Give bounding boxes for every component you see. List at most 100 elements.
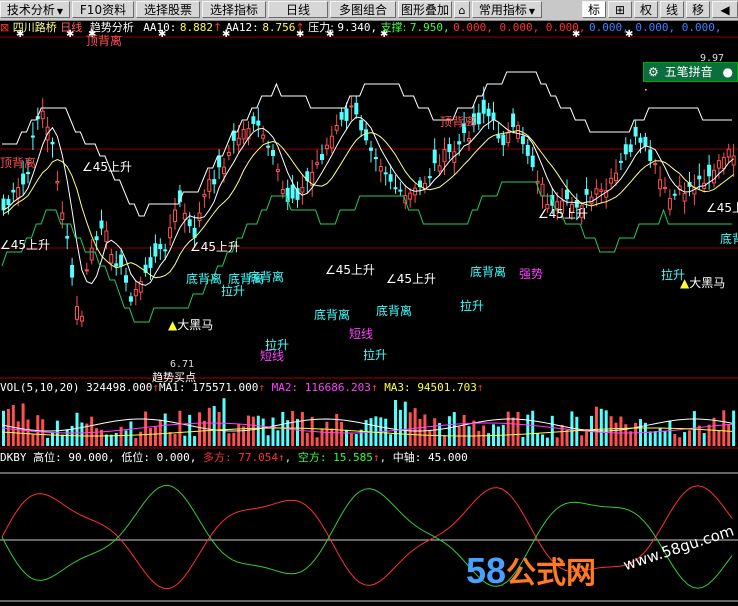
top-divergence-label: 顶背离: [0, 156, 37, 170]
ime-mode[interactable]: 五笔拼音: [665, 65, 713, 79]
volume-bar: [521, 437, 525, 446]
volume-bar: [276, 430, 280, 446]
candle-body: [114, 263, 119, 267]
volume-bar: [51, 432, 54, 446]
volume-bar: [75, 412, 79, 446]
period-button[interactable]: 日线: [268, 1, 328, 18]
toolbar: 技术分析 ▼ F10资料 选择股票 选择指标 日线 多图组合 图形叠加 ⌂ 常用指…: [0, 0, 738, 21]
candle-body: [432, 149, 437, 164]
volume-bar: [330, 428, 334, 446]
top-divergence-label: 顶背离: [86, 34, 123, 48]
period-label: 日线: [285, 3, 310, 17]
candle-body: [609, 177, 614, 184]
minimize-button[interactable]: ◀: [712, 1, 738, 18]
volume-bar: [673, 434, 677, 446]
kdj-mid-label: 中轴:: [392, 451, 422, 464]
candle-body: [672, 193, 677, 196]
candle-body: [173, 209, 177, 223]
bottom-divergence-label: 底背离: [470, 265, 507, 279]
ime-dot-icon[interactable]: ●: [722, 65, 732, 79]
volume-bar: [6, 409, 10, 446]
volume-bar: [325, 421, 329, 446]
multi-chart-button[interactable]: 多图组合: [330, 1, 396, 18]
candle-body: [271, 150, 275, 157]
rights-button[interactable]: 权: [634, 1, 658, 18]
tech-analysis-menu[interactable]: 技术分析 ▼: [0, 1, 70, 18]
horse-text: 大黑马: [689, 276, 726, 290]
candle-body: [280, 189, 285, 195]
line-label: 线: [665, 3, 678, 17]
volume-bar: [95, 428, 99, 446]
volume-bar: [722, 410, 726, 446]
volume-bar: [354, 434, 358, 446]
watermark-number: 58: [466, 550, 507, 591]
volume-bar: [320, 428, 324, 446]
warning-icon: ⊠: [0, 21, 10, 34]
candle-body: [290, 184, 295, 199]
candle-body: [251, 116, 256, 124]
select-stock-button[interactable]: 选择股票: [136, 1, 200, 18]
candle-body: [447, 144, 452, 153]
volume-bar: [594, 406, 598, 446]
volume-bar: [599, 408, 603, 446]
horse-label: ▲大黑马: [168, 318, 213, 332]
kdj-short: 15.585: [333, 451, 373, 464]
volume-bar: [462, 414, 466, 446]
f10-button[interactable]: F10资料: [72, 1, 134, 18]
line-button[interactable]: 线: [660, 1, 684, 18]
vol-title: VOL(5,10,20): [0, 381, 80, 394]
candle-body: [75, 306, 79, 320]
candle-body: [731, 155, 736, 166]
volume-bar: [149, 428, 152, 446]
volume-bar: [158, 419, 162, 446]
candle-body: [256, 120, 261, 126]
common-indicator-menu[interactable]: 常用指标 ▼: [472, 1, 542, 18]
grid-button[interactable]: ⊞: [608, 1, 632, 18]
volume-bar: [193, 436, 197, 446]
candle-body: [300, 187, 305, 193]
volume-bar: [668, 420, 672, 446]
up45-text: 45上升: [396, 272, 437, 286]
volume-bar: [477, 430, 481, 446]
candle-body: [516, 124, 520, 139]
short-line-label: 短线: [260, 349, 285, 363]
candle-body: [339, 112, 344, 120]
home-icon: ⌂: [458, 4, 466, 17]
zeros-blue: 0.000, 0.000, 0.000,: [589, 21, 722, 34]
kline-chart: ✱ ✱ ✱ ✱ ✱ ✱ ✱ ✱ ✱ ✱: [0, 29, 738, 602]
ime-settings-icon[interactable]: ⚙: [648, 65, 659, 79]
candle-body: [658, 179, 663, 190]
volume-bar: [374, 416, 378, 446]
select-indicator-label: 选择指标: [209, 3, 258, 17]
low-price-label: 6.71: [170, 359, 195, 370]
volume-bar: [31, 434, 35, 446]
up45-label: ∠45上升: [190, 240, 241, 254]
candle-body: [1, 198, 6, 211]
kdj-mid: 45.000: [427, 451, 468, 464]
candle-body: [84, 269, 89, 272]
candle-body: [589, 196, 594, 205]
candle-body: [217, 156, 222, 168]
volume-bar: [516, 411, 520, 446]
candle-body: [707, 164, 712, 177]
pane-dividers: [0, 36, 738, 602]
volume-bar: [349, 433, 353, 446]
candle-body: [89, 247, 94, 261]
candle-body: [682, 193, 687, 202]
move-button[interactable]: 移: [686, 1, 710, 18]
volume-bar: [65, 429, 69, 446]
overlay-button[interactable]: 图形叠加: [398, 1, 452, 18]
candle-body: [163, 249, 168, 252]
select-indicator-button[interactable]: 选择指标: [202, 1, 266, 18]
horse-text: 大黑马: [177, 318, 214, 332]
ime-more-icon[interactable]: ·: [644, 83, 648, 97]
volume-bar: [251, 416, 255, 446]
mark-button[interactable]: 标: [582, 1, 606, 18]
tech-analysis-label: 技术分析: [6, 3, 55, 17]
ime-toolbar[interactable]: ⚙ 五笔拼音 ● ·: [643, 62, 738, 97]
candle-body: [442, 149, 447, 163]
volume-bar: [511, 417, 515, 446]
triangle-up-icon: ▲: [680, 276, 690, 290]
candle-body: [378, 165, 383, 172]
home-button[interactable]: ⌂: [454, 1, 470, 18]
